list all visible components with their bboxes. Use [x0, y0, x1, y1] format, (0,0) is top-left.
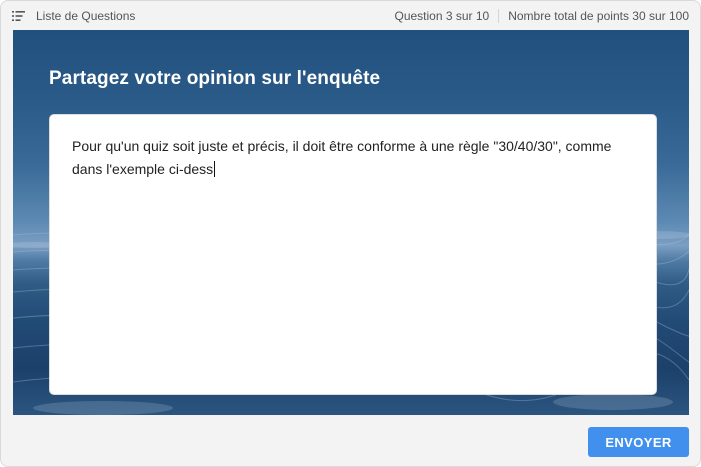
quiz-window: Liste de Questions Question 3 sur 10 Nom…	[0, 0, 701, 467]
list-icon	[12, 11, 25, 21]
submit-button[interactable]: ENVOYER	[588, 427, 689, 457]
answer-text: Pour qu'un quiz soit juste et précis, il…	[72, 138, 616, 177]
progress-info: Question 3 sur 10 Nombre total de points…	[394, 1, 700, 31]
question-list-button[interactable]: Liste de Questions	[1, 1, 135, 31]
question-title: Partagez votre opinion sur l'enquête	[49, 68, 381, 89]
question-list-label: Liste de Questions	[36, 9, 136, 23]
answer-textarea[interactable]: Pour qu'un quiz soit juste et précis, il…	[49, 114, 657, 395]
top-bar: Liste de Questions Question 3 sur 10 Nom…	[1, 1, 700, 31]
points-total: Nombre total de points 30 sur 100	[508, 9, 689, 23]
question-panel: Partagez votre opinion sur l'enquête Pou…	[13, 30, 689, 415]
text-caret	[214, 161, 216, 177]
question-counter: Question 3 sur 10	[394, 9, 490, 23]
